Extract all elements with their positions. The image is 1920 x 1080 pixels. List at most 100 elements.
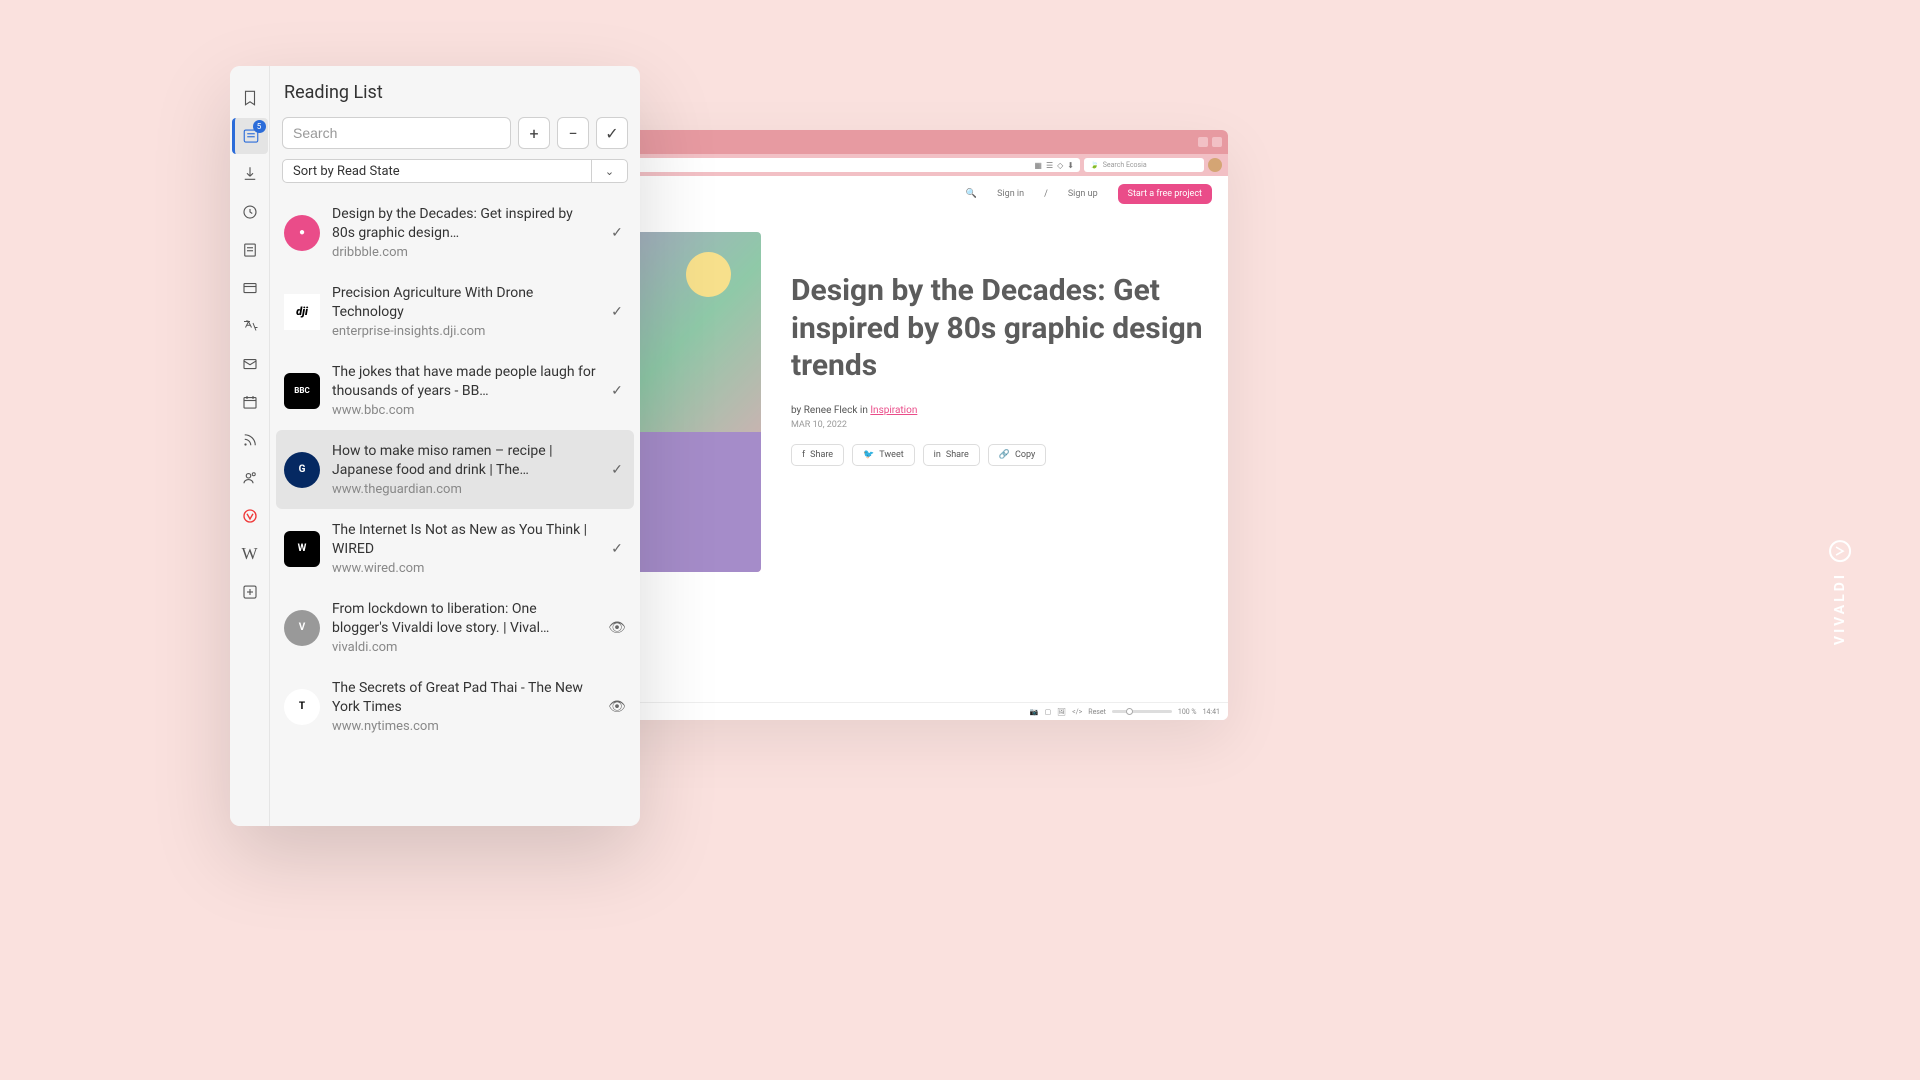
list-item[interactable]: dji Precision Agriculture With Drone Tec… [270, 272, 640, 351]
item-domain: www.wired.com [332, 561, 596, 576]
sidebar-window[interactable] [232, 270, 268, 306]
article-date: MAR 10, 2022 [791, 420, 1212, 430]
unread-badge: 5 [253, 120, 266, 133]
profile-avatar[interactable] [1208, 158, 1222, 172]
minimize-icon[interactable] [1198, 137, 1208, 147]
tile-icon[interactable]: ▢ [1045, 708, 1052, 716]
item-title: Precision Agriculture With Drone Technol… [332, 284, 596, 322]
sidebar-notes[interactable] [232, 232, 268, 268]
sidebar-downloads[interactable] [232, 156, 268, 192]
reader-icon[interactable]: ☰ [1046, 161, 1053, 170]
byline-category-link[interactable]: Inspiration [870, 405, 917, 416]
sidebar-contacts[interactable] [232, 460, 268, 496]
favicon-vivaldi: V [284, 610, 320, 646]
camera-icon[interactable]: 📷 [1030, 708, 1039, 716]
item-title: The Internet Is Not as New as You Think … [332, 521, 596, 559]
search-input[interactable] [282, 117, 511, 149]
sidebar-bookmarks[interactable] [232, 80, 268, 116]
add-button[interactable]: + [518, 117, 550, 149]
reading-list: ● Design by the Decades: Get inspired by… [270, 193, 640, 826]
read-check-icon: ✓ [608, 383, 626, 399]
wikipedia-icon: W [241, 544, 257, 564]
reset-zoom-button[interactable]: Reset [1088, 708, 1106, 716]
panel-main: Reading List + − ✓ Sort by Read State ⌄ … [270, 66, 640, 826]
list-item[interactable]: W The Internet Is Not as New as You Thin… [270, 509, 640, 588]
sidebar-wikipedia[interactable]: W [232, 536, 268, 572]
share-twitter-button[interactable]: 🐦Tweet [852, 444, 915, 466]
unread-eye-icon: 👁 [608, 699, 626, 715]
favicon-bbc: BBC [284, 373, 320, 409]
favicon-wired: W [284, 531, 320, 567]
vivaldi-watermark: VIVALDI [1829, 540, 1851, 645]
sort-dropdown[interactable]: Sort by Read State ⌄ [282, 159, 628, 183]
sidebar-history[interactable] [232, 194, 268, 230]
list-item[interactable]: BBC The jokes that have made people laug… [270, 351, 640, 430]
notes-icon [241, 241, 259, 259]
sidebar-calendar[interactable] [232, 384, 268, 420]
trash-icon[interactable] [1212, 137, 1222, 147]
item-title: Design by the Decades: Get inspired by 8… [332, 205, 596, 243]
zoom-value: 100 % [1178, 708, 1197, 716]
vivaldi-logo-icon [1829, 540, 1851, 562]
read-check-icon: ✓ [608, 304, 626, 320]
start-project-button[interactable]: Start a free project [1118, 184, 1212, 204]
favicon-guardian: G [284, 452, 320, 488]
sort-label: Sort by Read State [283, 164, 591, 179]
list-item[interactable]: V From lockdown to liberation: One blogg… [270, 588, 640, 667]
search-engine-icon: 🍃 [1090, 161, 1099, 169]
calendar-icon [241, 393, 259, 411]
sidebar-reading-list[interactable]: 5 [232, 118, 268, 154]
favicon-dji: dji [284, 294, 320, 330]
item-title: How to make miso ramen – recipe | Japane… [332, 442, 596, 480]
bookmark-icon [241, 89, 259, 107]
unread-eye-icon: 👁 [608, 620, 626, 636]
feed-icon[interactable]: ▦ [1034, 161, 1042, 170]
window-icon [241, 279, 259, 297]
sidebar-add-panel[interactable] [232, 574, 268, 610]
share-linkedin-button[interactable]: inShare [923, 444, 980, 466]
panel-sidebar: 5 W [230, 66, 270, 826]
share-copy-button[interactable]: 🔗Copy [988, 444, 1046, 466]
share-facebook-button[interactable]: fShare [791, 444, 844, 466]
article-byline: by Renee Fleck in Inspiration [791, 405, 1212, 416]
list-item[interactable]: G How to make miso ramen – recipe | Japa… [276, 430, 634, 509]
sign-up-link[interactable]: Sign up [1068, 189, 1098, 199]
site-search-icon[interactable]: 🔍 [966, 189, 977, 199]
list-item[interactable]: ● Design by the Decades: Get inspired by… [270, 193, 640, 272]
item-title: The jokes that have made people laugh fo… [332, 363, 596, 401]
plus-box-icon [241, 583, 259, 601]
download-icon [241, 165, 259, 183]
sidebar-translate[interactable] [232, 308, 268, 344]
share-row: fShare 🐦Tweet inShare 🔗Copy [791, 444, 1212, 466]
search-engine-field[interactable]: 🍃 Search Ecosia [1084, 158, 1204, 172]
remove-button[interactable]: − [557, 117, 589, 149]
list-item[interactable]: T The Secrets of Great Pad Thai - The Ne… [270, 667, 640, 746]
code-icon[interactable]: </> [1072, 708, 1082, 716]
mark-read-button[interactable]: ✓ [596, 117, 628, 149]
plus-icon: + [529, 124, 538, 143]
clock: 14:41 [1203, 708, 1220, 716]
sign-in-link[interactable]: Sign in [997, 189, 1024, 199]
image-icon[interactable]: 🖼 [1057, 708, 1066, 716]
item-title: The Secrets of Great Pad Thai - The New … [332, 679, 596, 717]
download-icon[interactable]: ⬇ [1067, 161, 1074, 170]
sidebar-mail[interactable] [232, 346, 268, 382]
divider: / [1044, 189, 1048, 199]
bookmark-icon[interactable]: ◇ [1057, 161, 1063, 170]
favicon-nyt: T [284, 689, 320, 725]
translate-icon [241, 317, 259, 335]
read-check-icon: ✓ [608, 541, 626, 557]
item-domain: dribbble.com [332, 245, 596, 260]
sidebar-feeds[interactable] [232, 422, 268, 458]
rss-icon [241, 431, 259, 449]
panel-title: Reading List [282, 82, 628, 103]
zoom-slider[interactable] [1112, 710, 1172, 713]
sidebar-vivaldi[interactable] [232, 498, 268, 534]
read-check-icon: ✓ [608, 225, 626, 241]
vivaldi-icon [241, 507, 259, 525]
chevron-down-icon: ⌄ [591, 160, 627, 182]
favicon-dribbble: ● [284, 215, 320, 251]
item-domain: www.bbc.com [332, 403, 596, 418]
read-check-icon: ✓ [608, 462, 626, 478]
history-icon [241, 203, 259, 221]
